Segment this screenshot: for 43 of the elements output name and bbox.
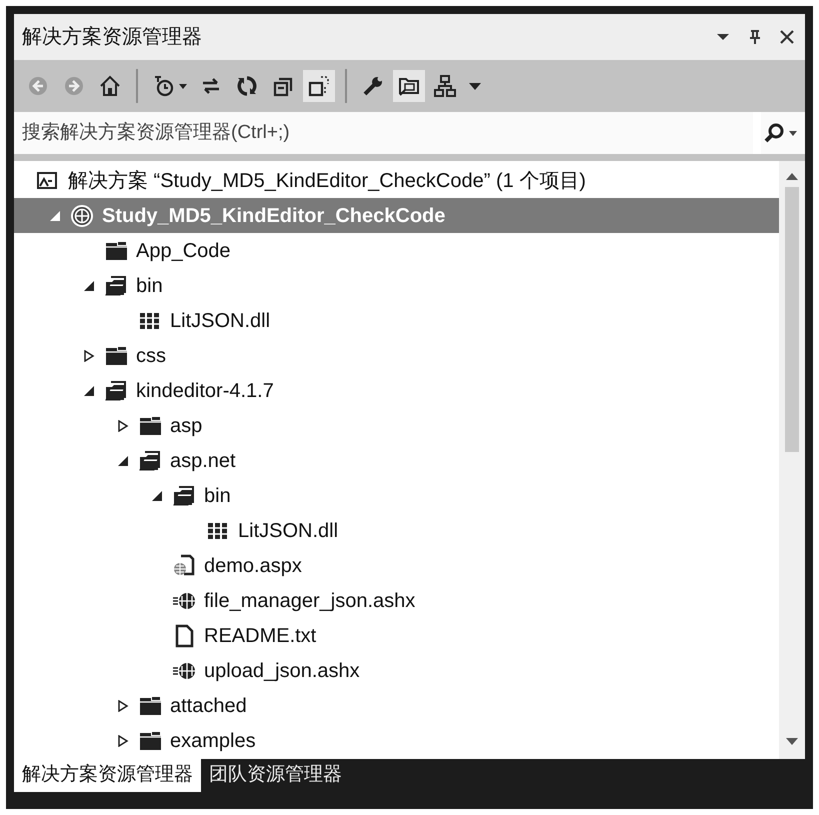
tree-item[interactable]: asp bbox=[14, 408, 779, 443]
tree-item[interactable]: attached bbox=[14, 688, 779, 723]
tree-item[interactable]: css bbox=[14, 338, 779, 373]
tree-item[interactable]: bin bbox=[14, 478, 779, 513]
collapse-icon[interactable] bbox=[151, 490, 163, 502]
tree-item[interactable]: App_Code bbox=[14, 233, 779, 268]
collapse-icon[interactable] bbox=[117, 454, 129, 466]
expand-icon[interactable] bbox=[117, 700, 129, 712]
collapse-icon[interactable] bbox=[83, 384, 95, 396]
window-title: 解决方案资源管理器 bbox=[22, 25, 203, 50]
tree-item[interactable]: 解决方案 “Study_MD5_KindEditor_CheckCode” (1 个项目) bbox=[14, 163, 779, 198]
tree-item[interactable]: asp.net bbox=[14, 443, 779, 478]
search-field[interactable]: 搜索解决方案资源管理器(Ctrl+;) bbox=[14, 112, 753, 154]
tree-item[interactable]: file_manager_json.ashx bbox=[14, 583, 779, 618]
search-icon bbox=[763, 122, 785, 144]
expand-icon[interactable] bbox=[117, 734, 129, 746]
tree-item[interactable]: bin bbox=[14, 268, 779, 303]
tree-item[interactable]: examples bbox=[14, 723, 779, 758]
globe-icon bbox=[70, 204, 94, 228]
expand-icon[interactable] bbox=[117, 420, 129, 432]
tree-item[interactable]: Study_MD5_KindEditor_CheckCode bbox=[14, 198, 779, 233]
tree-item[interactable]: README.txt bbox=[14, 618, 779, 653]
caret-icon bbox=[789, 130, 797, 136]
tree-item[interactable]: LitJSON.dll bbox=[14, 513, 779, 548]
close-icon[interactable] bbox=[779, 29, 795, 45]
open-folder-icon bbox=[104, 378, 128, 402]
open-folder-icon bbox=[138, 448, 162, 472]
tree-item[interactable]: kindeditor-4.1.7 bbox=[14, 373, 779, 408]
scroll-down-icon[interactable] bbox=[785, 737, 799, 747]
tree-item[interactable]: upload_json.ashx bbox=[14, 653, 779, 688]
web-page-icon bbox=[172, 554, 196, 578]
open-folder-icon bbox=[172, 484, 196, 508]
expand-icon[interactable] bbox=[83, 350, 95, 362]
scrollbar[interactable] bbox=[779, 161, 805, 759]
pin-icon[interactable] bbox=[747, 29, 763, 45]
scroll-up-icon[interactable] bbox=[785, 171, 799, 181]
tree-item[interactable]: demo.aspx bbox=[14, 548, 779, 583]
scroll-thumb[interactable] bbox=[785, 187, 799, 452]
search-button[interactable] bbox=[761, 112, 805, 154]
open-folder-icon bbox=[104, 274, 128, 298]
tab[interactable]: 解决方案资源管理器 bbox=[14, 759, 201, 792]
collapse-icon[interactable] bbox=[83, 280, 95, 292]
tree-item[interactable]: LitJSON.dll bbox=[14, 303, 779, 338]
